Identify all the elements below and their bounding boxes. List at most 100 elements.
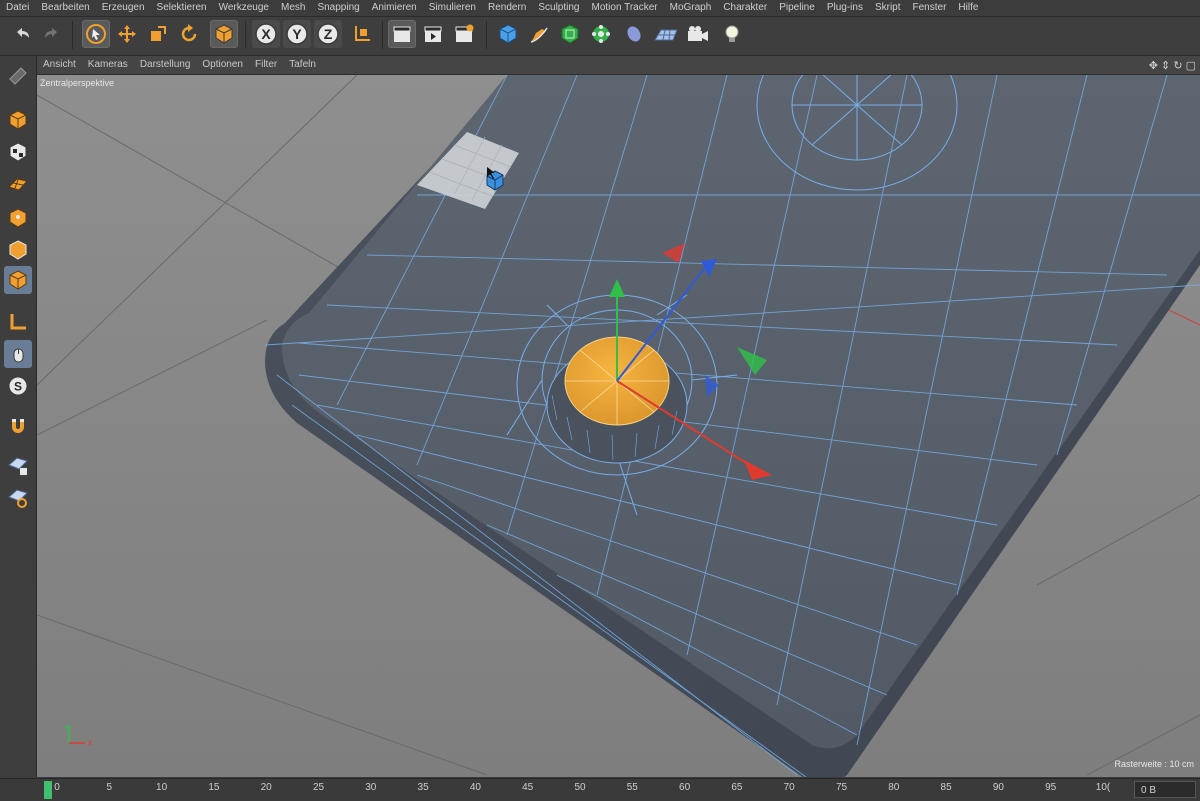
timeline-tick: 55 bbox=[626, 782, 638, 793]
axis-mode-button[interactable] bbox=[4, 308, 32, 336]
viewport-navigation-icons[interactable]: ✥ ⇕ ↻ ▢ bbox=[1149, 56, 1196, 74]
model-mode-button[interactable] bbox=[4, 106, 32, 134]
timeline-tick: 40 bbox=[469, 782, 481, 793]
y-axis-lock-button[interactable]: Y bbox=[283, 20, 311, 48]
points-cube-icon bbox=[9, 208, 27, 228]
menu-item-pipeline[interactable]: Pipeline bbox=[773, 0, 821, 16]
add-cube-button[interactable] bbox=[494, 20, 522, 48]
axis-l-icon bbox=[10, 314, 26, 330]
viewport-menu-kameras[interactable]: Kameras bbox=[82, 56, 134, 74]
frame-field[interactable]: 0 B bbox=[1134, 781, 1196, 798]
coordinate-system-button[interactable] bbox=[348, 20, 376, 48]
menu-item-fenster[interactable]: Fenster bbox=[907, 0, 953, 16]
rotate-tool-button[interactable] bbox=[175, 20, 203, 48]
cloner-button[interactable] bbox=[587, 20, 615, 48]
menu-item-plug-ins[interactable]: Plug-ins bbox=[821, 0, 869, 16]
menu-item-charakter[interactable]: Charakter bbox=[717, 0, 773, 16]
menu-item-motion-tracker[interactable]: Motion Tracker bbox=[585, 0, 663, 16]
rotate-icon bbox=[181, 24, 197, 42]
svg-text:X: X bbox=[87, 739, 93, 748]
menu-item-mograph[interactable]: MoGraph bbox=[664, 0, 718, 16]
viewport-menu-filter[interactable]: Filter bbox=[249, 56, 283, 74]
viewport-menu-ansicht[interactable]: Ansicht bbox=[37, 56, 82, 74]
move-tool-button[interactable] bbox=[113, 20, 141, 48]
workplane-mode-button[interactable] bbox=[4, 170, 32, 198]
select-tool-button[interactable] bbox=[82, 20, 110, 48]
menu-item-sculpting[interactable]: Sculpting bbox=[532, 0, 585, 16]
menu-item-mesh[interactable]: Mesh bbox=[275, 0, 311, 16]
deformer-button[interactable] bbox=[620, 20, 648, 48]
scale-tool-button[interactable] bbox=[144, 20, 172, 48]
menu-item-snapping[interactable]: Snapping bbox=[311, 0, 365, 16]
tweak-mode-button[interactable] bbox=[4, 340, 32, 368]
light-button[interactable] bbox=[718, 20, 746, 48]
viewport-menu-tafeln[interactable]: Tafeln bbox=[283, 56, 322, 74]
menu-item-simulieren[interactable]: Simulieren bbox=[423, 0, 482, 16]
model-cube-icon bbox=[9, 110, 27, 130]
floor-grid-icon bbox=[654, 29, 678, 41]
timeline-tick: 50 bbox=[574, 782, 586, 793]
timeline-tick: 5 bbox=[106, 782, 113, 793]
render-settings-button[interactable] bbox=[450, 20, 478, 48]
pen-tool-button[interactable] bbox=[525, 20, 553, 48]
timeline-tick: 45 bbox=[522, 782, 534, 793]
3d-viewport[interactable]: Y X Zentralperspektive Rasterweite : 10 … bbox=[37, 75, 1200, 777]
workplane-grid-icon bbox=[8, 178, 28, 191]
x-axis-lock-button[interactable]: X bbox=[252, 20, 280, 48]
grid-spacing-label: Rasterweite : 10 cm bbox=[1114, 759, 1194, 769]
menu-item-animieren[interactable]: Animieren bbox=[366, 0, 423, 16]
render-picture-viewer-button[interactable] bbox=[419, 20, 447, 48]
menu-item-skript[interactable]: Skript bbox=[869, 0, 907, 16]
move-icon bbox=[118, 25, 136, 43]
svg-text:X: X bbox=[261, 26, 271, 42]
timeline-tick: 35 bbox=[417, 782, 429, 793]
render-view-button[interactable] bbox=[388, 20, 416, 48]
polygons-cube-icon bbox=[9, 270, 27, 290]
spline-pen-icon bbox=[530, 27, 548, 43]
undo-icon bbox=[17, 28, 29, 38]
menu-item-selektieren[interactable]: Selektieren bbox=[151, 0, 213, 16]
menu-item-werkzeuge[interactable]: Werkzeuge bbox=[213, 0, 275, 16]
menu-item-datei[interactable]: Datei bbox=[0, 0, 35, 16]
redo-button[interactable] bbox=[38, 20, 66, 48]
menu-item-bearbeiten[interactable]: Bearbeiten bbox=[35, 0, 95, 16]
menu-bar: Datei Bearbeiten Erzeugen Selektieren Werkze… bbox=[0, 0, 1200, 17]
menu-item-rendern[interactable]: Rendern bbox=[482, 0, 532, 16]
y-axis-icon: Y bbox=[286, 23, 308, 45]
object-tool-button[interactable] bbox=[210, 20, 238, 48]
mouse-icon bbox=[13, 348, 24, 363]
scene-canvas[interactable]: Y X bbox=[37, 75, 1200, 777]
camera-button[interactable] bbox=[684, 20, 712, 48]
timeline-tick: 95 bbox=[1045, 782, 1057, 793]
checker-cube-icon bbox=[9, 142, 27, 162]
points-mode-button[interactable] bbox=[4, 204, 32, 232]
magnet-icon bbox=[12, 419, 24, 433]
svg-text:Y: Y bbox=[292, 26, 302, 42]
main-toolbar: X Y Z bbox=[0, 17, 1200, 56]
menu-item-hilfe[interactable]: Hilfe bbox=[952, 0, 984, 16]
timeline-tick: 15 bbox=[208, 782, 220, 793]
make-editable-button[interactable] bbox=[4, 62, 32, 90]
z-axis-lock-button[interactable]: Z bbox=[314, 20, 342, 48]
menu-item-erzeugen[interactable]: Erzeugen bbox=[96, 0, 151, 16]
timeline-tick: 75 bbox=[835, 782, 848, 793]
viewport-menu-optionen[interactable]: Optionen bbox=[196, 56, 249, 74]
snap-button[interactable] bbox=[4, 412, 32, 440]
polygons-mode-button[interactable] bbox=[4, 266, 32, 294]
solo-mode-button[interactable]: S bbox=[4, 372, 32, 400]
timeline-playhead[interactable] bbox=[44, 781, 52, 799]
solo-s-icon: S bbox=[8, 376, 28, 396]
viewport-menu-darstellung[interactable]: Darstellung bbox=[134, 56, 197, 74]
align-workplane-button[interactable] bbox=[4, 484, 32, 512]
floor-button[interactable] bbox=[652, 20, 680, 48]
lock-workplane-button[interactable] bbox=[4, 452, 32, 480]
subdivision-surface-button[interactable] bbox=[556, 20, 584, 48]
undo-button[interactable] bbox=[8, 20, 36, 48]
light-bulb-icon bbox=[725, 25, 739, 42]
texture-mode-button[interactable] bbox=[4, 138, 32, 166]
edges-mode-button[interactable] bbox=[4, 236, 32, 264]
timeline-tick: 80 bbox=[888, 782, 900, 793]
timeline[interactable]: 0 B 0 5 10 15 20 25 30 35 40 45 50 55 60 65 70 75 80 85 90… bbox=[0, 778, 1200, 801]
camera-label: Zentralperspektive bbox=[40, 78, 115, 88]
x-axis-icon: X bbox=[255, 23, 277, 45]
